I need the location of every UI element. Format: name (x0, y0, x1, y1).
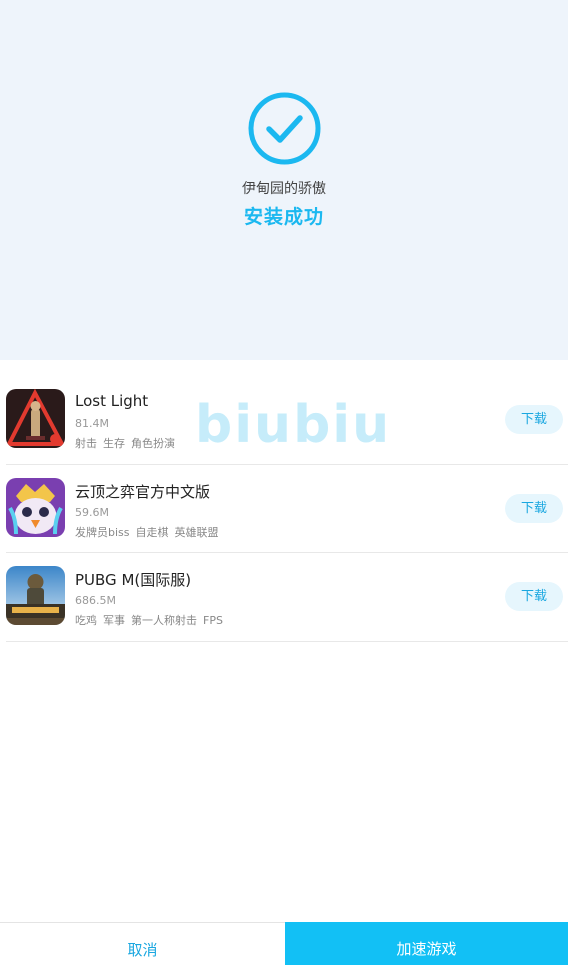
install-status: 安装成功 (243, 206, 324, 228)
download-button[interactable]: 下载 (505, 493, 563, 523)
cancel-button[interactable]: 取消 (0, 922, 285, 965)
install-result-panel: 伊甸园的骄傲 安装成功 (0, 0, 568, 360)
bottom-action-bar: 取消 加速游戏 (0, 922, 568, 965)
tft-app-icon (6, 477, 65, 537)
divider (6, 640, 568, 642)
list-item[interactable]: PUBG M(国际服) 686.5M 吃鸡 军事 第一人称射击 FPS 下载 (0, 553, 568, 642)
app-tags: 射击 生存 角色扮演 (75, 435, 181, 451)
app-tag: 军事 (103, 614, 125, 627)
installed-app-name: 伊甸园的骄傲 (242, 181, 326, 197)
accelerate-game-button[interactable]: 加速游戏 (285, 922, 568, 965)
check-circle-icon (248, 92, 321, 165)
app-tags: 吃鸡 军事 第一人称射击 FPS (75, 612, 229, 628)
app-tags: 发牌员biss 自走棋 英雄联盟 (75, 524, 225, 540)
watermark: biubiu (195, 395, 392, 455)
lost-light-app-icon (6, 389, 65, 448)
app-title: Lost Light (75, 392, 149, 410)
app-size: 686.5M (75, 594, 116, 607)
pubg-app-icon (6, 566, 65, 625)
app-tag: 生存 (103, 437, 125, 450)
app-size: 81.4M (75, 417, 109, 430)
install-success-page: 伊甸园的骄傲 安装成功 Lost Light 81.4M 射击 生存 角色扮演 下载 (0, 0, 568, 965)
app-tag: 英雄联盟 (174, 525, 219, 539)
list-item[interactable]: 云顶之弈官方中文版 59.6M 发牌员biss 自走棋 英雄联盟 下载 (0, 465, 568, 553)
app-tag: FPS (203, 614, 223, 627)
app-tag: 第一人称射击 (131, 614, 197, 627)
app-tag: 自走棋 (135, 525, 169, 539)
app-size: 59.6M (75, 505, 109, 519)
app-tag: 射击 (75, 437, 97, 450)
download-button[interactable]: 下载 (505, 405, 563, 434)
app-title: PUBG M(国际服) (75, 571, 192, 589)
app-tag: 角色扮演 (131, 437, 175, 450)
app-tag: 吃鸡 (75, 614, 97, 627)
app-tag: 发牌员biss (75, 525, 130, 539)
app-title: 云顶之弈官方中文版 (75, 482, 211, 501)
download-button[interactable]: 下载 (505, 582, 563, 611)
